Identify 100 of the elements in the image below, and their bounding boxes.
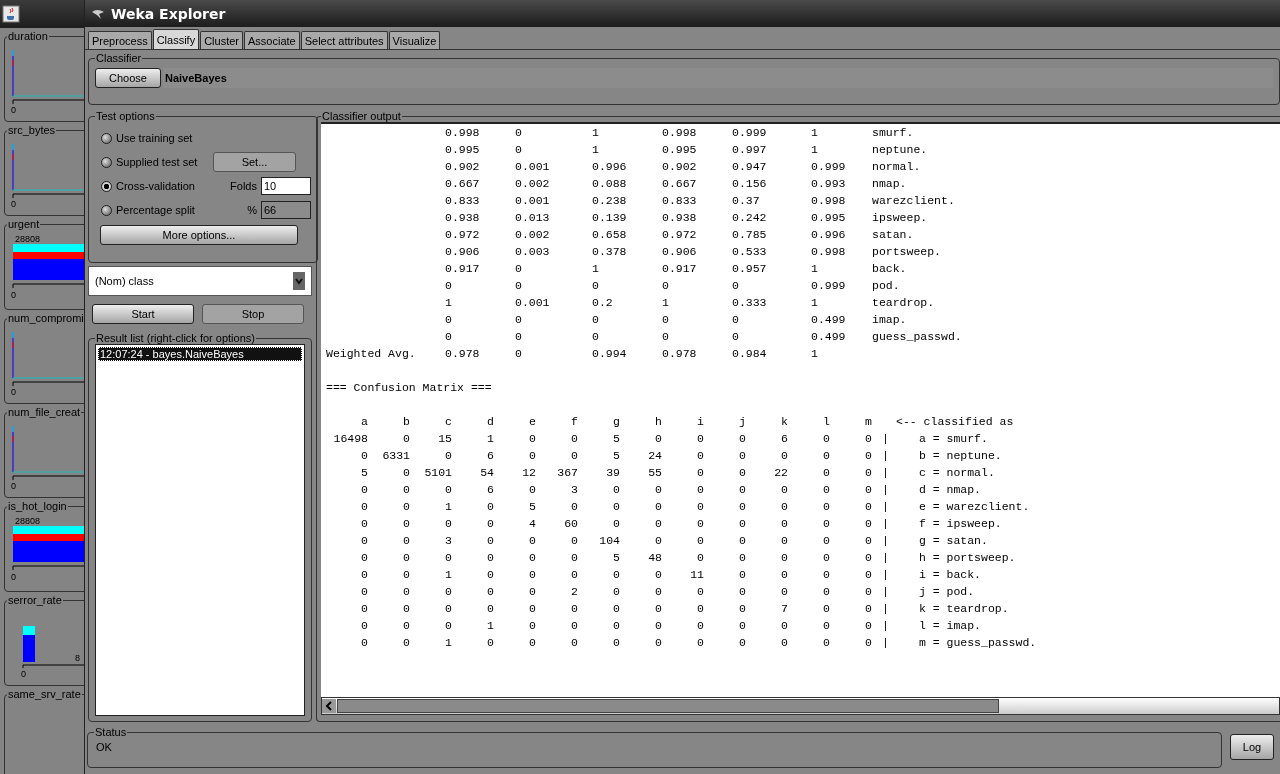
group-title: Status [94, 726, 128, 738]
metric-value: 0 [515, 125, 523, 141]
metric-value: 0.906 [445, 244, 481, 260]
tab[interactable]: Visualize [388, 31, 441, 49]
matrix-count: 0 [864, 567, 872, 583]
tab[interactable]: Select attributes [300, 31, 388, 49]
class-label: d = nmap. [918, 482, 982, 498]
bird-icon [91, 7, 105, 20]
metric-value: smurf. [872, 125, 914, 141]
metric-value: 0.088 [592, 176, 628, 192]
matrix-count: 0 [696, 465, 704, 481]
metric-value: ipsweep. [872, 210, 928, 226]
matrix-count: 367 [556, 465, 578, 481]
matrix-count: 0 [360, 584, 368, 600]
matrix-count: 0 [444, 601, 452, 617]
radio-option[interactable]: Supplied test set [95, 156, 213, 168]
radio-option[interactable]: Cross-validation [95, 180, 213, 192]
matrix-separator: | [882, 499, 889, 515]
horizontal-scrollbar[interactable] [321, 697, 1280, 715]
result-item[interactable]: 12:07:24 - bayes.NaiveBayes [98, 347, 302, 361]
metric-value: 0.902 [445, 159, 481, 175]
metric-value: 0.658 [592, 227, 628, 243]
matrix-count: 0 [654, 635, 662, 651]
metric-value: 0.972 [445, 227, 481, 243]
classifier-name-field[interactable]: NaiveBayes [163, 68, 1273, 88]
matrix-count: 7 [780, 601, 788, 617]
folds-field[interactable]: 10 [261, 177, 311, 195]
matrix-count: 0 [738, 584, 746, 600]
metric-value: 0 [592, 278, 600, 294]
metric-value: 0.37 [732, 193, 761, 209]
java-cup-icon [2, 5, 20, 23]
matrix-count: 2 [570, 584, 578, 600]
matrix-count: 0 [864, 499, 872, 515]
matrix-count: 0 [822, 550, 830, 566]
matrix-count: 0 [570, 601, 578, 617]
matrix-count: 0 [528, 601, 536, 617]
metric-value: 1 [811, 125, 819, 141]
row-label: Weighted Avg. [326, 346, 417, 362]
attribute-name: serror_rate [7, 594, 63, 606]
tab[interactable]: Cluster [200, 31, 243, 49]
matrix-count: 0 [738, 516, 746, 532]
matrix-count: 0 [738, 482, 746, 498]
matrix-count: 0 [528, 550, 536, 566]
choose-button[interactable]: Choose [95, 68, 161, 88]
metric-value: 0.917 [662, 261, 698, 277]
matrix-count: 0 [864, 584, 872, 600]
matrix-count: 1 [444, 499, 452, 515]
scroll-thumb[interactable] [337, 699, 999, 713]
metric-value: 0.785 [732, 227, 768, 243]
metric-value: 1 [592, 125, 600, 141]
log-button[interactable]: Log [1230, 734, 1274, 760]
attribute-name: num_file_creat [7, 406, 82, 418]
radio-option[interactable]: Use training set [95, 132, 213, 144]
matrix-count: 0 [444, 482, 452, 498]
metric-value: normal. [872, 159, 921, 175]
matrix-separator: | [882, 618, 889, 634]
matrix-count: 0 [570, 431, 578, 447]
matrix-count: 0 [654, 431, 662, 447]
matrix-count: 0 [654, 567, 662, 583]
tab[interactable]: Preprocess [88, 31, 152, 49]
matrix-count: 0 [822, 567, 830, 583]
metric-value: 0.242 [732, 210, 768, 226]
radio-option[interactable]: Percentage split [95, 204, 213, 216]
matrix-count: 0 [612, 499, 620, 515]
matrix-count: 0 [528, 584, 536, 600]
matrix-count: 0 [486, 499, 494, 515]
tab[interactable]: Associate [244, 31, 300, 49]
matrix-count: 39 [605, 465, 620, 481]
attribute-name: duration [7, 30, 49, 42]
matrix-note: <-- classified as [896, 414, 1014, 430]
matrix-count: 0 [360, 482, 368, 498]
matrix-column-header: j [738, 414, 746, 430]
matrix-count: 0 [738, 448, 746, 464]
start-button[interactable]: Start [92, 304, 194, 324]
matrix-count: 0 [528, 567, 536, 583]
class-dropdown[interactable]: (Nom) class [88, 266, 312, 296]
metric-value: 0 [662, 312, 670, 328]
metric-value: 0.998 [445, 125, 481, 141]
matrix-count: 0 [696, 448, 704, 464]
matrix-count: 0 [822, 516, 830, 532]
class-label: a = smurf. [918, 431, 988, 447]
matrix-count: 0 [696, 584, 704, 600]
metric-value: 0.999 [811, 278, 847, 294]
tab[interactable]: Classify [152, 29, 200, 49]
metric-value: 0.001 [515, 193, 551, 209]
metric-value: 0.013 [515, 210, 551, 226]
more-options-button[interactable]: More options... [100, 225, 298, 245]
metric-value: 0.667 [662, 176, 698, 192]
matrix-count: 0 [738, 618, 746, 634]
matrix-count: 0 [822, 482, 830, 498]
matrix-count: 60 [563, 516, 578, 532]
window-title: Weka Explorer [111, 5, 226, 22]
matrix-count: 48 [647, 550, 662, 566]
metric-value: 1 [662, 295, 670, 311]
matrix-count: 0 [402, 567, 410, 583]
class-label: c = normal. [918, 465, 995, 481]
matrix-count: 0 [696, 482, 704, 498]
class-label: j = pod. [918, 584, 975, 600]
matrix-separator: | [882, 635, 889, 651]
class-label: b = neptune. [918, 448, 1002, 464]
